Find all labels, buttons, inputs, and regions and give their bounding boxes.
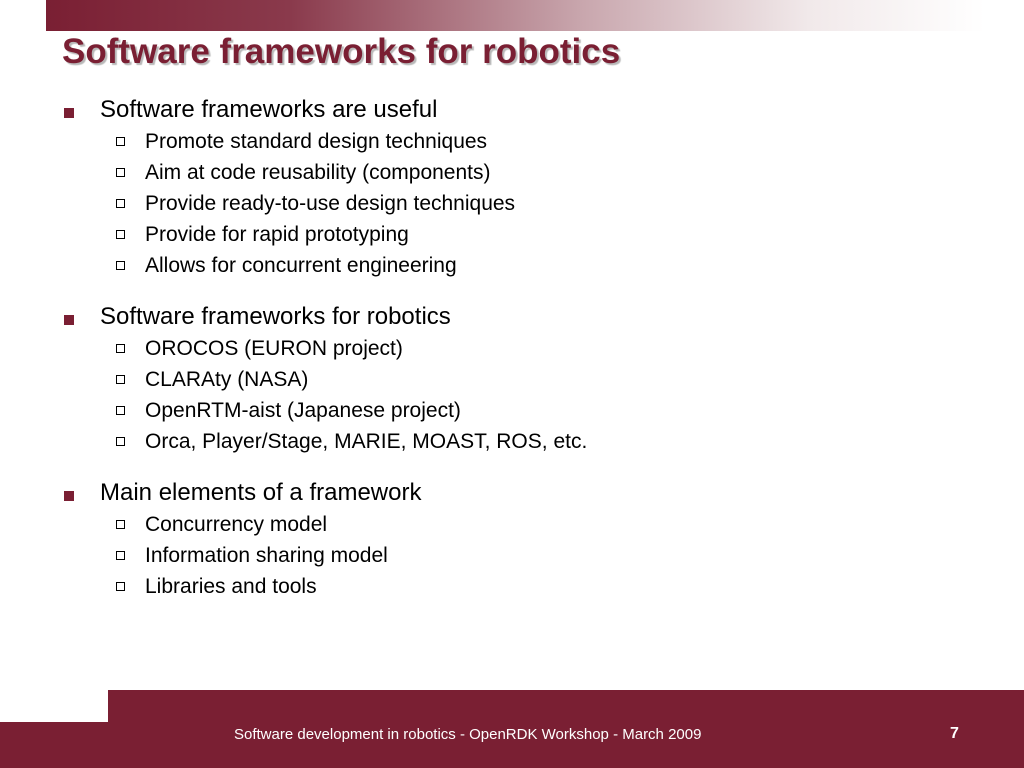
hollow-square-bullet-icon xyxy=(116,551,125,560)
sub-bullet-text: Allows for concurrent engineering xyxy=(145,254,457,277)
sub-bullet-text: Provide ready-to-use design techniques xyxy=(145,192,516,215)
bullet-heading: Software frameworks for robotics xyxy=(100,303,451,330)
footer-text: Software development in robotics - OpenR… xyxy=(234,726,702,743)
sub-bullet-text: Promote standard design techniques xyxy=(145,130,488,153)
sub-bullet-text: Libraries and tools xyxy=(145,575,317,598)
hollow-square-bullet-icon xyxy=(116,520,125,529)
sub-bullet-text: Orca, Player/Stage, MARIE, MOAST, ROS, e… xyxy=(145,430,588,453)
sub-bullet-item: Orca, Player/Stage, MARIE, MOAST, ROS, e… xyxy=(62,426,1002,457)
footer-notch xyxy=(0,690,108,722)
hollow-square-bullet-icon xyxy=(116,261,125,270)
sub-bullet-item: Promote standard design techniques xyxy=(62,126,1002,157)
sub-bullet-text: OROCOS (EURON project) xyxy=(145,337,403,360)
section-frameworks-useful: Software frameworks are useful Promote s… xyxy=(62,94,1002,281)
sub-bullet-item: CLARAty (NASA) xyxy=(62,364,1002,395)
filled-square-bullet-icon xyxy=(64,491,74,501)
top-gradient-band xyxy=(46,0,1024,31)
sub-bullet-item: Libraries and tools xyxy=(62,571,1002,602)
sub-bullet-text: OpenRTM-aist (Japanese project) xyxy=(145,399,461,422)
hollow-square-bullet-icon xyxy=(116,582,125,591)
sub-bullet-item: Information sharing model xyxy=(62,540,1002,571)
sub-bullet-item: Allows for concurrent engineering xyxy=(62,250,1002,281)
sub-bullet-item: Concurrency model xyxy=(62,509,1002,540)
filled-square-bullet-icon xyxy=(64,315,74,325)
hollow-square-bullet-icon xyxy=(116,168,125,177)
bullet-heading: Main elements of a framework xyxy=(100,479,422,506)
bullet-item: Main elements of a framework xyxy=(62,477,1002,509)
sub-bullet-text: Information sharing model xyxy=(145,544,388,567)
hollow-square-bullet-icon xyxy=(116,137,125,146)
sub-bullet-text: Provide for rapid prototyping xyxy=(145,223,409,246)
hollow-square-bullet-icon xyxy=(116,406,125,415)
filled-square-bullet-icon xyxy=(64,108,74,118)
sub-bullet-item: Provide ready-to-use design techniques xyxy=(62,188,1002,219)
sub-bullet-item: OROCOS (EURON project) xyxy=(62,333,1002,364)
bullet-heading: Software frameworks are useful xyxy=(100,96,438,123)
hollow-square-bullet-icon xyxy=(116,230,125,239)
hollow-square-bullet-icon xyxy=(116,344,125,353)
sub-bullet-text: Aim at code reusability (components) xyxy=(145,161,491,184)
section-framework-elements: Main elements of a framework Concurrency… xyxy=(62,477,1002,602)
sub-bullet-text: Concurrency model xyxy=(145,513,328,536)
sub-bullet-item: Provide for rapid prototyping xyxy=(62,219,1002,250)
sub-bullet-item: OpenRTM-aist (Japanese project) xyxy=(62,395,1002,426)
footer-bar: Software development in robotics - OpenR… xyxy=(0,690,1024,768)
sub-bullet-item: Aim at code reusability (components) xyxy=(62,157,1002,188)
hollow-square-bullet-icon xyxy=(116,199,125,208)
slide-title: Software frameworks for robotics xyxy=(62,32,621,71)
section-frameworks-robotics: Software frameworks for robotics OROCOS … xyxy=(62,301,1002,457)
bullet-item: Software frameworks for robotics xyxy=(62,301,1002,333)
bullet-item: Software frameworks are useful xyxy=(62,94,1002,126)
page-number: 7 xyxy=(950,725,959,742)
hollow-square-bullet-icon xyxy=(116,375,125,384)
hollow-square-bullet-icon xyxy=(116,437,125,446)
sub-bullet-text: CLARAty (NASA) xyxy=(145,368,309,391)
slide-content: Software frameworks are useful Promote s… xyxy=(62,94,1002,622)
